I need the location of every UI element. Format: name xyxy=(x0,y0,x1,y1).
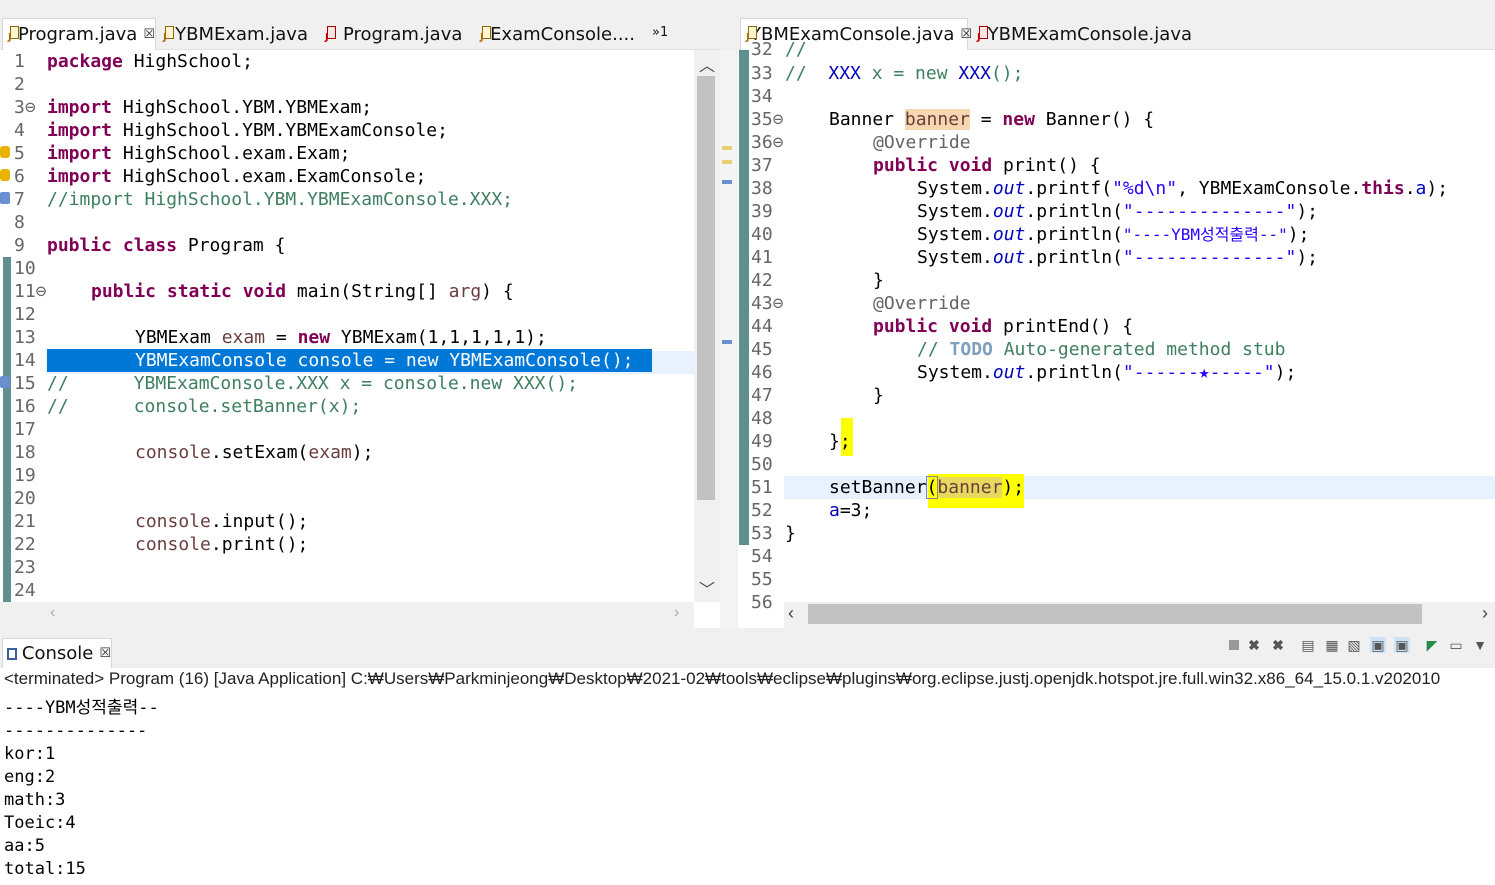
console-output-line: aa:5 xyxy=(4,836,45,856)
scrollbar-thumb[interactable] xyxy=(697,76,715,500)
code-line[interactable]: import HighSchool.exam.Exam; xyxy=(47,142,350,165)
code-line[interactable]: a=3; xyxy=(829,499,872,522)
code-line[interactable]: YBMExam exam = new YBMExam(1,1,1,1,1); xyxy=(135,326,547,349)
quick-fix-marker-icon[interactable] xyxy=(0,376,10,388)
code-line[interactable]: System.out.println("--------------"); xyxy=(917,246,1318,269)
code-line[interactable]: public class Program { xyxy=(47,234,285,257)
scroll-right-arrow-icon[interactable]: › xyxy=(674,604,679,622)
tab-overflow-button[interactable]: »1 xyxy=(652,16,668,48)
console-output-line: math:3 xyxy=(4,790,66,810)
tab-program-java[interactable]: J Program.java ☒ xyxy=(2,18,156,50)
scroll-left-arrow-icon[interactable]: ‹ xyxy=(50,604,55,622)
remove-launch-icon[interactable]: ✖ xyxy=(1246,637,1262,653)
info-overview-mark[interactable] xyxy=(722,180,732,184)
selected-code-line[interactable]: YBMExamConsole console = new YBMExamCons… xyxy=(47,349,652,372)
code-line[interactable]: public static void main(String[] arg) { xyxy=(91,280,514,303)
code-line[interactable]: console.setExam(exam); xyxy=(135,441,373,464)
code-line[interactable]: // YBMExamConsole.XXX x = console.new XX… xyxy=(47,372,578,395)
console-output[interactable]: ----YBM성적출력-- -------------- kor:1 eng:2… xyxy=(4,697,159,881)
code-line[interactable]: package HighSchool; xyxy=(47,50,253,73)
view-menu-icon[interactable]: ▼ xyxy=(1472,637,1488,653)
close-tab-icon[interactable]: ☒ xyxy=(99,646,111,661)
console-output-line: -------------- xyxy=(4,721,148,741)
code-line[interactable]: setBanner(banner); xyxy=(829,476,1024,499)
tab-ybmexam-java[interactable]: J YBMExam.java xyxy=(158,18,308,50)
console-output-line: total:15 xyxy=(4,859,86,879)
code-line[interactable]: console.print(); xyxy=(135,533,308,556)
warning-marker-icon[interactable] xyxy=(0,169,10,181)
left-editor-tabbar: J Program.java ☒ J YBMExam.java J Progra… xyxy=(0,0,720,50)
console-icon xyxy=(7,647,17,660)
code-line[interactable]: System.out.println("------★-----"); xyxy=(917,361,1296,384)
warning-marker-icon[interactable] xyxy=(0,146,10,158)
left-vertical-scrollbar[interactable]: ︿ ﹀ xyxy=(694,50,720,602)
java-file-icon: J xyxy=(163,25,174,43)
code-line[interactable]: console.input(); xyxy=(135,510,308,533)
quick-fix-marker-icon[interactable] xyxy=(0,192,10,204)
code-line[interactable]: System.out.println("----YBM성적출력--"); xyxy=(917,223,1309,246)
code-line[interactable]: System.out.println("--------------"); xyxy=(917,200,1318,223)
code-line[interactable]: } xyxy=(873,269,884,292)
console-output-line: Toeic:4 xyxy=(4,813,76,833)
show-on-output-icon[interactable]: ▣ xyxy=(1370,637,1386,653)
right-editor-pane: J YBMExamConsole.java ☒ J YBMExamConsole… xyxy=(738,0,1495,628)
left-overview-ruler xyxy=(720,50,736,628)
right-horizontal-scrollbar[interactable]: ‹ › xyxy=(784,602,1495,628)
scroll-up-arrow-icon[interactable]: ︿ xyxy=(694,52,720,75)
show-on-error-icon[interactable]: ▣ xyxy=(1394,637,1410,653)
word-wrap-icon[interactable]: ▧ xyxy=(1346,637,1362,653)
code-line[interactable]: System.out.printf("%d\n", YBMExamConsole… xyxy=(917,177,1448,200)
code-line[interactable]: @Override xyxy=(873,292,971,315)
terminate-icon[interactable] xyxy=(1226,637,1242,653)
tab-program-java-2[interactable]: J Program.java xyxy=(320,18,470,50)
code-line[interactable]: @Override xyxy=(873,131,971,154)
code-line[interactable]: // TODO Auto-generated method stub xyxy=(917,338,1285,361)
left-code-area: 1 2 3⊖ 4 5 6 7 8 9 10 11⊖ 12 13 14 15 16… xyxy=(0,50,694,602)
clear-console-icon[interactable]: ▤ xyxy=(1300,637,1316,653)
warning-overview-mark[interactable] xyxy=(722,160,732,164)
code-line[interactable]: } xyxy=(785,522,796,545)
code-line[interactable]: }; xyxy=(829,430,851,453)
console-output-line: eng:2 xyxy=(4,767,56,787)
java-file-icon: J xyxy=(8,26,19,43)
scroll-right-arrow-icon[interactable]: › xyxy=(1482,603,1488,624)
code-line[interactable]: public void printEnd() { xyxy=(873,315,1133,338)
warning-overview-mark[interactable] xyxy=(722,146,732,150)
close-tab-icon[interactable]: ☒ xyxy=(143,27,155,42)
scroll-left-arrow-icon[interactable]: ‹ xyxy=(788,603,794,624)
scroll-lock-icon[interactable]: ▦ xyxy=(1324,637,1340,653)
code-line[interactable]: // console.setBanner(x); xyxy=(47,395,361,418)
info-overview-mark[interactable] xyxy=(722,340,732,344)
code-line[interactable]: //import HighSchool.YBM.YBMExamConsole.X… xyxy=(47,188,513,211)
code-line[interactable]: import HighSchool.YBM.YBMExam; xyxy=(47,96,372,119)
remove-all-icon[interactable]: ✖ xyxy=(1270,637,1286,653)
right-code-area: 32 33 34 35⊖ 36⊖ 37 38 39 40 41 42 43⊖ 4… xyxy=(738,38,1495,613)
tab-console[interactable]: Console ☒ xyxy=(2,638,112,668)
code-line[interactable]: public void print() { xyxy=(873,154,1101,177)
code-line[interactable]: import HighSchool.YBM.YBMExamConsole; xyxy=(47,119,448,142)
scroll-down-arrow-icon[interactable]: ﹀ xyxy=(694,576,720,599)
code-line[interactable]: import HighSchool.exam.ExamConsole; xyxy=(47,165,426,188)
code-line[interactable]: Banner banner = new Banner() { xyxy=(829,108,1154,131)
code-line[interactable]: // xyxy=(785,38,807,61)
scrollbar-thumb[interactable] xyxy=(808,604,1422,624)
code-line[interactable]: } xyxy=(873,384,884,407)
console-output-line: kor:1 xyxy=(4,744,56,764)
console-output-line: ----YBM성적출력-- xyxy=(4,698,159,718)
display-console-icon[interactable]: ▭ xyxy=(1448,637,1464,653)
left-editor-pane: J Program.java ☒ J YBMExam.java J Progra… xyxy=(0,0,720,628)
left-horizontal-scrollbar[interactable]: ‹ › xyxy=(0,602,694,628)
java-file-icon: J xyxy=(480,25,491,43)
tab-examconsole-java[interactable]: J ExamConsole.... xyxy=(475,18,635,50)
pin-console-icon[interactable]: ◤ xyxy=(1424,637,1440,653)
console-status-line: <terminated> Program (16) [Java Applicat… xyxy=(4,669,1441,688)
java-file-icon: J xyxy=(325,25,339,43)
code-line[interactable]: // XXX x = new XXX(); xyxy=(785,62,1023,85)
